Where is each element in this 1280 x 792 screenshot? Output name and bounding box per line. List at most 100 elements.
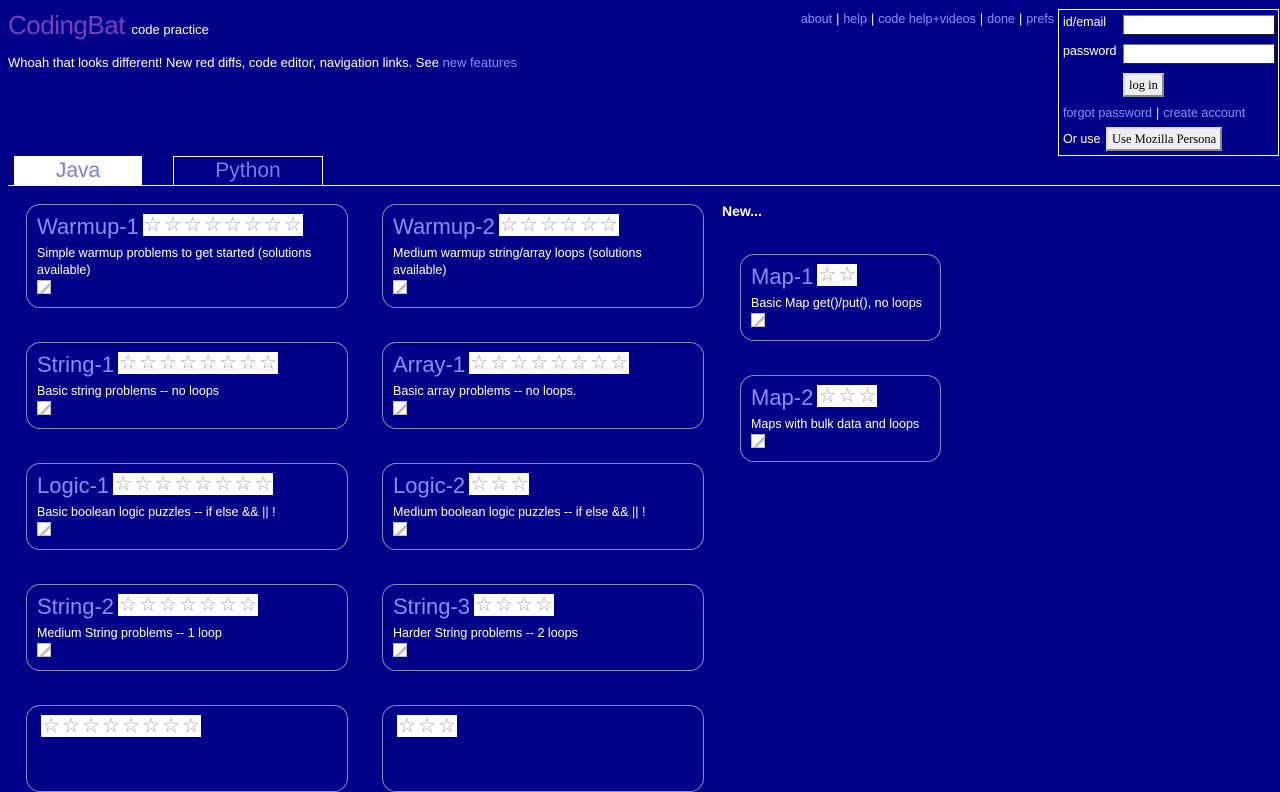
star-rating: ☆ ☆ ☆ ☆ xyxy=(474,594,555,616)
section-title-link[interactable]: String-1 xyxy=(37,353,114,377)
section-card-string-2: String-2 ☆ ☆ ☆ ☆ ☆ ☆ ☆ Medium String problems --… xyxy=(26,584,348,671)
card-header: ☆ ☆ ☆ ☆ ☆ ☆ ☆ ☆ xyxy=(37,714,337,740)
star-icon: ☆ xyxy=(475,594,494,616)
card-header: Map-1 ☆ ☆ xyxy=(751,263,930,289)
star-icon: ☆ xyxy=(559,214,578,236)
logo[interactable]: CodingBat code practice xyxy=(8,10,209,41)
star-icon: ☆ xyxy=(143,214,162,236)
tab-python[interactable]: Python xyxy=(173,156,323,186)
brand-tagline: code practice xyxy=(131,22,209,37)
section-title-link[interactable]: Logic-2 xyxy=(393,474,465,498)
id-email-field[interactable] xyxy=(1123,15,1275,35)
star-icon: ☆ xyxy=(239,594,258,616)
notice-text: Whoah that looks different! New red diff… xyxy=(8,55,439,70)
section-title-link[interactable]: String-3 xyxy=(393,595,470,619)
password-field[interactable] xyxy=(1123,44,1275,64)
progress-check-icon xyxy=(37,280,51,294)
star-icon: ☆ xyxy=(139,594,158,616)
about-link[interactable]: about xyxy=(801,12,832,26)
id-email-label: id/email xyxy=(1063,15,1107,29)
section-description: Basic Map get()/put(), no loops xyxy=(751,296,922,310)
star-icon: ☆ xyxy=(530,352,549,374)
progress-check-icon xyxy=(37,522,51,536)
star-icon: ☆ xyxy=(535,594,554,616)
card-header: Map-2 ☆ ☆ ☆ xyxy=(751,384,930,410)
star-icon: ☆ xyxy=(179,352,198,374)
help-link[interactable]: help xyxy=(843,12,867,26)
star-icon: ☆ xyxy=(838,264,857,286)
progress-check-icon xyxy=(393,280,407,294)
star-rating: ☆ ☆ xyxy=(817,264,858,286)
section-title-link[interactable]: Map-2 xyxy=(751,386,813,410)
progress-check-icon xyxy=(37,643,51,657)
section-description: Basic boolean logic puzzles -- if else &… xyxy=(37,505,276,519)
star-icon: ☆ xyxy=(194,473,213,495)
tab-divider xyxy=(8,185,1280,186)
star-icon: ☆ xyxy=(610,352,629,374)
star-icon: ☆ xyxy=(495,594,514,616)
star-rating: ☆ ☆ ☆ xyxy=(397,715,457,737)
section-title-link[interactable]: Map-1 xyxy=(751,265,813,289)
star-icon: ☆ xyxy=(154,473,173,495)
section-card-string-1: String-1 ☆ ☆ ☆ ☆ ☆ ☆ ☆ ☆ Basic string problems --… xyxy=(26,342,348,429)
star-icon: ☆ xyxy=(243,214,262,236)
star-rating: ☆ ☆ ☆ ☆ ☆ ☆ ☆ ☆ xyxy=(118,352,279,374)
persona-button[interactable]: Use Mozilla Persona xyxy=(1106,127,1223,151)
star-icon: ☆ xyxy=(62,715,80,737)
section-title-link[interactable]: Array-1 xyxy=(393,353,465,377)
star-icon: ☆ xyxy=(590,352,609,374)
section-title-link[interactable]: Warmup-1 xyxy=(37,215,139,239)
star-icon: ☆ xyxy=(519,214,538,236)
progress-check-icon xyxy=(393,643,407,657)
star-icon: ☆ xyxy=(510,473,529,495)
star-icon: ☆ xyxy=(159,594,178,616)
section-description: Medium warmup string/array loops (soluti… xyxy=(393,246,642,277)
top-nav: about | help | code help+videos | done | prefs xyxy=(800,12,1054,26)
star-icon: ☆ xyxy=(163,214,182,236)
star-icon: ☆ xyxy=(550,352,569,374)
star-icon: ☆ xyxy=(219,594,238,616)
progress-check-icon xyxy=(393,522,407,536)
star-icon: ☆ xyxy=(199,352,218,374)
star-icon: ☆ xyxy=(490,352,509,374)
create-account-link[interactable]: create account xyxy=(1163,106,1245,120)
star-icon: ☆ xyxy=(159,352,178,374)
done-link[interactable]: done xyxy=(987,12,1015,26)
star-icon: ☆ xyxy=(179,594,198,616)
section-title-link[interactable]: String-2 xyxy=(37,595,114,619)
login-button[interactable]: log in xyxy=(1123,73,1164,97)
star-icon: ☆ xyxy=(283,214,302,236)
progress-check-icon xyxy=(37,401,51,415)
tab-java[interactable]: Java xyxy=(14,156,142,186)
section-card-warmup-1: Warmup-1 ☆ ☆ ☆ ☆ ☆ ☆ ☆ ☆ Simple warmup problems t… xyxy=(26,204,348,308)
new-features-link[interactable]: new features xyxy=(443,55,517,70)
section-title-link[interactable]: Warmup-2 xyxy=(393,215,495,239)
password-label: password xyxy=(1063,44,1117,58)
star-icon: ☆ xyxy=(199,594,218,616)
star-icon: ☆ xyxy=(174,473,193,495)
star-icon: ☆ xyxy=(234,473,253,495)
star-icon: ☆ xyxy=(214,473,233,495)
progress-check-icon xyxy=(751,313,765,327)
section-card-map-2: Map-2 ☆ ☆ ☆ Maps with bulk data and loops xyxy=(740,375,941,462)
star-icon: ☆ xyxy=(254,473,273,495)
star-rating: ☆ ☆ ☆ ☆ ☆ ☆ ☆ ☆ xyxy=(41,715,201,737)
star-icon: ☆ xyxy=(259,352,278,374)
star-rating: ☆ ☆ ☆ ☆ ☆ ☆ ☆ ☆ xyxy=(113,473,274,495)
or-use-label: Or use xyxy=(1063,132,1101,146)
section-description: Basic string problems -- no loops xyxy=(37,384,220,398)
star-icon: ☆ xyxy=(599,214,618,236)
section-title-link[interactable]: Logic-1 xyxy=(37,474,109,498)
card-header: String-2 ☆ ☆ ☆ ☆ ☆ ☆ ☆ xyxy=(37,593,337,619)
star-icon: ☆ xyxy=(470,473,489,495)
card-header: Array-1 ☆ ☆ ☆ ☆ ☆ ☆ ☆ ☆ xyxy=(393,351,693,377)
new-heading: New... xyxy=(722,203,762,219)
section-card: ☆ ☆ ☆ xyxy=(382,705,704,792)
code-help-videos-link[interactable]: code help+videos xyxy=(878,12,976,26)
star-icon: ☆ xyxy=(119,352,138,374)
prefs-link[interactable]: prefs xyxy=(1026,12,1054,26)
section-card-logic-1: Logic-1 ☆ ☆ ☆ ☆ ☆ ☆ ☆ ☆ Basic boolean logic puzzl… xyxy=(26,463,348,550)
forgot-password-link[interactable]: forgot password xyxy=(1063,106,1152,120)
brand-name[interactable]: CodingBat xyxy=(8,10,125,40)
star-icon: ☆ xyxy=(162,715,180,737)
